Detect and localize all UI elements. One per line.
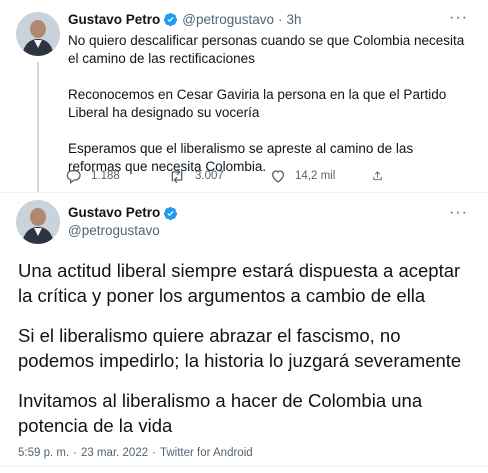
- separator-dot: ·: [152, 447, 156, 459]
- avatar-photo-icon: [16, 200, 60, 244]
- verified-icon: [164, 12, 178, 27]
- share-button[interactable]: [372, 168, 392, 184]
- verified-icon: [164, 206, 178, 220]
- avatar[interactable]: [16, 200, 60, 244]
- tweet-paragraph: Invitamos al liberalismo a hacer de Colo…: [18, 390, 423, 436]
- tweet-paragraph: Reconocemos en Cesar Gaviria la persona …: [68, 87, 447, 120]
- separator-dot: ·: [73, 447, 77, 459]
- tweet-source[interactable]: Twitter for Android: [160, 447, 253, 459]
- tweet-date[interactable]: 23 mar. 2022: [81, 447, 148, 459]
- tweet-metadata: 5:59 p. m. · 23 mar. 2022 · Twitter for Andr…: [18, 447, 253, 459]
- divider: [0, 466, 488, 467]
- thread-tweet[interactable]: Gustavo Petro @petrogustavo · 3h ··· No …: [0, 0, 488, 193]
- tweet-time[interactable]: 3h: [287, 12, 302, 27]
- main-tweet-text: Una actitud liberal siempre estará dispu…: [18, 258, 478, 453]
- author-name[interactable]: Gustavo Petro: [68, 204, 160, 222]
- more-icon[interactable]: ···: [449, 204, 468, 222]
- tweet-paragraph: Si el liberalismo quiere abrazar el fasc…: [18, 325, 462, 371]
- author-handle[interactable]: @petrogustavo: [68, 222, 178, 240]
- like-icon: [271, 170, 285, 183]
- tweet-paragraph: No quiero descalificar personas cuando s…: [68, 33, 465, 66]
- author-handle[interactable]: @petrogustavo: [182, 12, 274, 27]
- tweet-timestamp[interactable]: 5:59 p. m.: [18, 447, 69, 459]
- like-count: 14,2 mil: [295, 170, 336, 182]
- reply-count: 1.188: [91, 170, 120, 182]
- tweet-actions: 1.188 3.007 14,2 mil: [66, 168, 392, 184]
- tweet-paragraph: Una actitud liberal siempre estará dispu…: [18, 260, 461, 306]
- share-icon: [373, 171, 382, 181]
- avatar-photo-icon: [16, 12, 60, 56]
- reply-icon: [66, 170, 81, 184]
- avatar[interactable]: [16, 12, 60, 56]
- thread-connector: [37, 62, 39, 192]
- tweet-header: Gustavo Petro @petrogustavo · 3h: [68, 12, 302, 27]
- retweet-count: 3.007: [195, 170, 224, 182]
- retweet-icon: [171, 168, 183, 184]
- separator-dot: ·: [278, 12, 283, 27]
- more-icon[interactable]: ···: [449, 9, 468, 27]
- like-button[interactable]: 14,2 mil: [270, 168, 372, 184]
- retweet-button[interactable]: 3.007: [168, 168, 270, 184]
- main-tweet-header: Gustavo Petro @petrogustavo: [68, 204, 178, 240]
- author-name[interactable]: Gustavo Petro: [68, 12, 160, 27]
- reply-button[interactable]: 1.188: [66, 168, 168, 184]
